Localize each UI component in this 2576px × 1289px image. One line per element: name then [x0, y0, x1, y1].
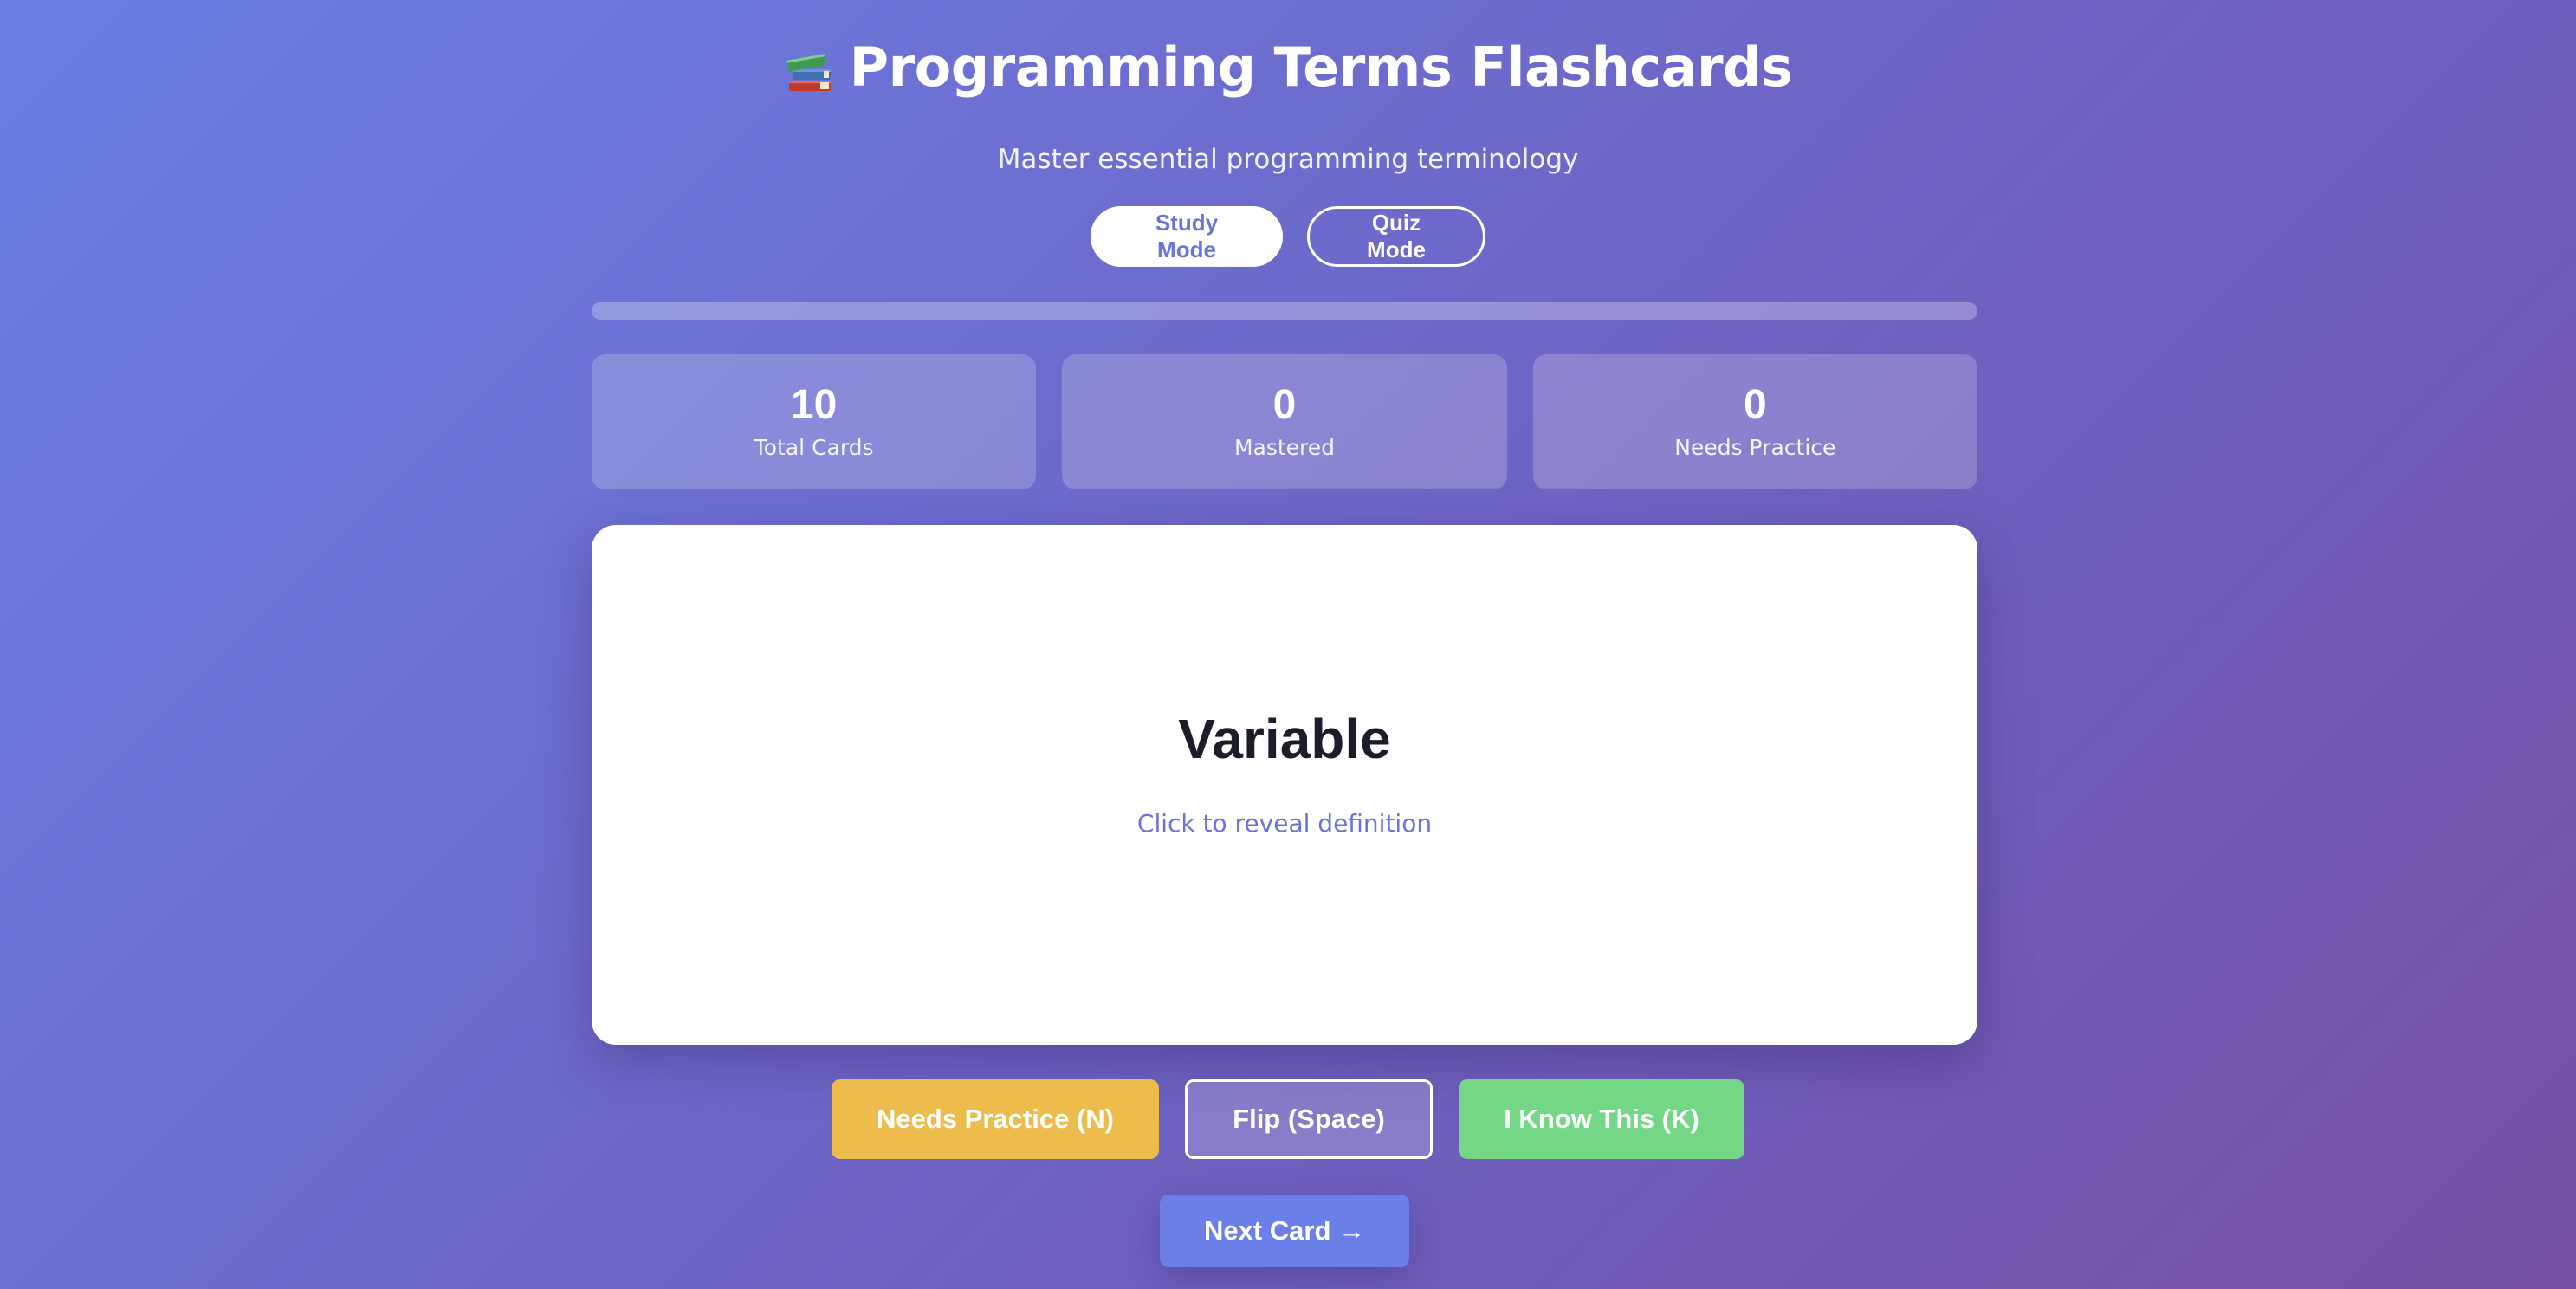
stat-needs-practice: 0 Needs Practice [1532, 354, 1977, 489]
page-title-text: Programming Terms Flashcards [849, 36, 1793, 99]
stat-label: Mastered [1233, 435, 1336, 460]
flip-button[interactable]: Flip (Space) [1185, 1079, 1433, 1159]
header: Programming Terms Flashcards Master esse… [0, 31, 2576, 177]
books-icon [784, 40, 834, 91]
progress-bar [592, 302, 1977, 320]
flashcard-hint: Click to reveal definition [1136, 809, 1433, 838]
stat-total-cards: 10 Total Cards [592, 354, 1037, 489]
study-mode-button[interactable]: Study Mode [1091, 206, 1283, 267]
page-subtitle: Master essential programming terminology [997, 144, 1579, 175]
mode-toggle: Study Mode Quiz Mode [0, 206, 2576, 267]
stat-value: 0 [1272, 382, 1297, 428]
stat-label: Total Cards [754, 435, 874, 460]
i-know-this-button[interactable]: I Know This (K) [1459, 1079, 1744, 1159]
flashcard[interactable]: Variable Click to reveal definition [592, 525, 1977, 1045]
card-actions: Needs Practice (N) Flip (Space) I Know T… [0, 1079, 2576, 1159]
stat-mastered: 0 Mastered [1062, 354, 1507, 489]
stat-label: Needs Practice [1674, 435, 1836, 460]
needs-practice-button[interactable]: Needs Practice (N) [832, 1079, 1159, 1159]
next-card-button[interactable]: Next Card → [1160, 1195, 1409, 1267]
stats-row: 10 Total Cards 0 Mastered 0 Needs Practi… [592, 354, 1977, 489]
stat-value: 10 [790, 382, 838, 428]
page-title: Programming Terms Flashcards [784, 31, 1793, 104]
quiz-mode-button[interactable]: Quiz Mode [1307, 206, 1485, 267]
flashcard-term: Variable [1178, 708, 1391, 770]
stat-value: 0 [1743, 382, 1767, 428]
